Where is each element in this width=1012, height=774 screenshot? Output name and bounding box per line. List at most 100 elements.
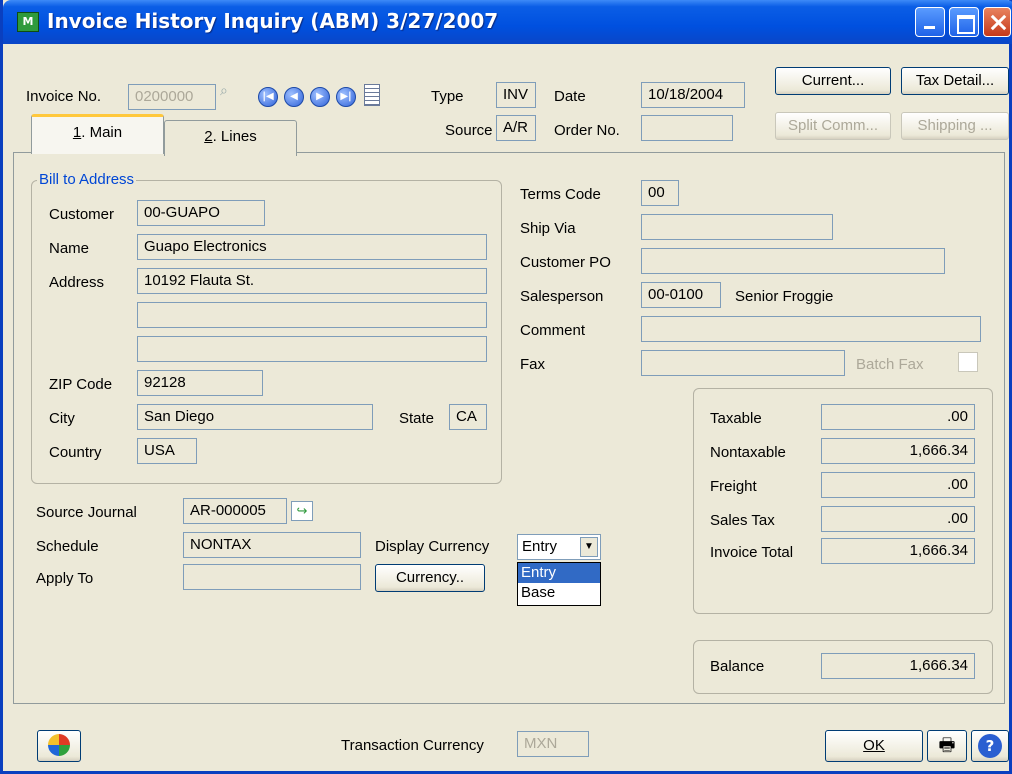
- terms-code-label: Terms Code: [520, 186, 601, 203]
- close-icon[interactable]: [983, 7, 1011, 37]
- comment-field: [641, 316, 981, 342]
- country-field: USA: [137, 438, 197, 464]
- apply-to-label: Apply To: [36, 570, 94, 587]
- display-currency-select[interactable]: Entry ▼: [517, 534, 601, 560]
- title-bar[interactable]: M Invoice History Inquiry (ABM) 3/27/200…: [3, 0, 1012, 44]
- notes-icon[interactable]: [364, 84, 380, 106]
- currency-dropdown-list: Entry Base: [517, 562, 601, 606]
- ok-button-label: OK: [863, 737, 885, 754]
- tab-lines-label: . Lines: [212, 128, 257, 145]
- state-field: CA: [449, 404, 487, 430]
- salesperson-label: Salesperson: [520, 288, 604, 305]
- ok-button[interactable]: OK: [825, 730, 923, 762]
- tab-lines[interactable]: 2. Lines: [164, 120, 297, 156]
- balance-label: Balance: [710, 658, 765, 675]
- windows-orb-icon: [48, 734, 70, 756]
- freight-label: Freight: [710, 478, 757, 495]
- order-no-field: [641, 115, 733, 141]
- taxable-label: Taxable: [710, 410, 762, 427]
- invoice-total-field: 1,666.34: [821, 538, 975, 564]
- currency-option-entry[interactable]: Entry: [518, 563, 600, 583]
- display-currency-value: Entry: [522, 538, 558, 555]
- city-field: San Diego: [137, 404, 373, 430]
- schedule-field: NONTAX: [183, 532, 361, 558]
- tab-main[interactable]: 1. Main: [31, 114, 164, 154]
- address-line1-field: 10192 Flauta St.: [137, 268, 487, 294]
- chevron-down-icon[interactable]: ▼: [580, 537, 598, 557]
- shipping-button-label: Shipping ...: [917, 117, 993, 134]
- maximize-icon[interactable]: [949, 7, 979, 37]
- tab-main-number: 1: [72, 124, 82, 141]
- customer-po-field: [641, 248, 945, 274]
- help-wizard-button[interactable]: [37, 730, 81, 762]
- type-label: Type: [431, 88, 464, 105]
- apply-to-field: [183, 564, 361, 590]
- terms-code-field: 00: [641, 180, 679, 206]
- tax-detail-button[interactable]: Tax Detail...: [901, 67, 1009, 95]
- current-button[interactable]: Current...: [775, 67, 891, 95]
- sales-tax-label: Sales Tax: [710, 512, 775, 529]
- minimize-icon[interactable]: [915, 7, 945, 37]
- source-journal-label: Source Journal: [36, 504, 137, 521]
- transaction-currency-label: Transaction Currency: [341, 737, 484, 754]
- tab-lines-number: 2: [204, 128, 213, 145]
- salesperson-field: 00-0100: [641, 282, 721, 308]
- sales-tax-field: .00: [821, 506, 975, 532]
- shipping-button[interactable]: Shipping ...: [901, 112, 1009, 140]
- journal-drill-icon[interactable]: ↪: [291, 501, 313, 521]
- date-label: Date: [554, 88, 586, 105]
- order-no-label: Order No.: [554, 122, 620, 139]
- help-icon[interactable]: ?: [971, 730, 1009, 762]
- address-line3-field: [137, 336, 487, 362]
- freight-field: .00: [821, 472, 975, 498]
- source-label: Source: [445, 122, 493, 139]
- country-label: Country: [49, 444, 102, 461]
- invoice-no-label: Invoice No.: [26, 88, 102, 105]
- batch-fax-checkbox[interactable]: [958, 352, 978, 372]
- fax-label: Fax: [520, 356, 546, 373]
- city-label: City: [49, 410, 75, 427]
- app-icon: M: [17, 12, 39, 32]
- next-record-icon[interactable]: ▶: [310, 87, 330, 107]
- printer-icon[interactable]: 🖶: [927, 730, 967, 762]
- type-field: INV: [496, 82, 536, 108]
- split-comm-button-label: Split Comm...: [787, 117, 878, 134]
- last-record-icon[interactable]: ▶|: [336, 87, 356, 107]
- tab-main-label: . Main: [81, 124, 123, 141]
- name-label: Name: [49, 240, 90, 257]
- taxable-field: .00: [821, 404, 975, 430]
- transaction-currency-field: MXN: [517, 731, 589, 757]
- first-record-icon[interactable]: |◀: [258, 87, 278, 107]
- ship-via-field: [641, 214, 833, 240]
- currency-button[interactable]: Currency..: [375, 564, 485, 592]
- zip-code-label: ZIP Code: [49, 376, 113, 393]
- invoice-history-window: M Invoice History Inquiry (ABM) 3/27/200…: [0, 0, 1012, 774]
- currency-option-base[interactable]: Base: [518, 583, 600, 603]
- previous-record-icon[interactable]: ◀: [284, 87, 304, 107]
- source-field: A/R: [496, 115, 536, 141]
- name-field: Guapo Electronics: [137, 234, 487, 260]
- state-label: State: [399, 410, 435, 427]
- lookup-icon[interactable]: ⌕: [220, 82, 228, 99]
- split-comm-button[interactable]: Split Comm...: [775, 112, 891, 140]
- customer-label: Customer: [49, 206, 115, 223]
- invoice-total-label: Invoice Total: [710, 544, 794, 561]
- comment-label: Comment: [520, 322, 586, 339]
- address-label: Address: [49, 274, 105, 291]
- bill-to-legend: Bill to Address: [37, 171, 137, 188]
- date-field: 10/18/2004: [641, 82, 745, 108]
- question-icon: ?: [978, 734, 1002, 758]
- customer-field: 00-GUAPO: [137, 200, 265, 226]
- window-title: Invoice History Inquiry (ABM) 3/27/2007: [47, 9, 499, 33]
- tax-detail-button-label: Tax Detail...: [915, 72, 995, 89]
- zip-code-field: 92128: [137, 370, 263, 396]
- nontaxable-field: 1,666.34: [821, 438, 975, 464]
- invoice-no-field[interactable]: 0200000: [128, 84, 216, 110]
- currency-button-label: Currency..: [395, 569, 465, 586]
- display-currency-label: Display Currency: [375, 538, 490, 555]
- current-button-label: Current...: [801, 72, 865, 89]
- batch-fax-label: Batch Fax: [856, 356, 924, 373]
- customer-po-label: Customer PO: [520, 254, 611, 271]
- ship-via-label: Ship Via: [520, 220, 576, 237]
- source-journal-field: AR-000005: [183, 498, 287, 524]
